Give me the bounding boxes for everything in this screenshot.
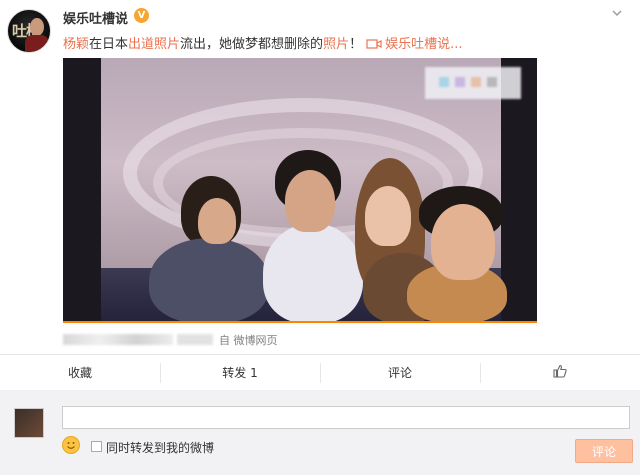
comment-label: 评论 xyxy=(387,366,412,380)
avatar-face xyxy=(30,18,44,36)
post-text-segment: 流出，她做梦都想删除的 xyxy=(180,37,324,52)
video-player[interactable] xyxy=(63,58,537,323)
video-link[interactable]: 娱乐吐槽说... xyxy=(385,37,462,52)
post-meta: 自 微博网页 xyxy=(63,332,278,348)
post-text-segment: ！ xyxy=(349,37,363,52)
repost-checkbox[interactable] xyxy=(91,441,102,452)
video-icon xyxy=(366,38,382,54)
post-text-segment: 在日本 xyxy=(89,37,129,52)
post-source[interactable]: 自 微博网页 xyxy=(219,334,278,347)
author-avatar[interactable]: 吐槽 xyxy=(7,9,51,53)
post-text-segment-topic[interactable]: 出道照片 xyxy=(128,37,180,52)
submit-comment-button[interactable]: 评论 xyxy=(575,439,633,463)
action-bar: 收藏 转发 1 评论 xyxy=(0,355,640,390)
video-frame-person xyxy=(285,170,335,232)
video-frame-person xyxy=(263,223,363,323)
comment-input[interactable] xyxy=(62,406,630,429)
repost-label: 转发 1 xyxy=(222,366,258,380)
video-frame-person xyxy=(365,186,411,246)
weibo-post-card: 吐槽 娱乐吐槽说 V 杨颖在日本出道照片流出，她做梦都想删除的照片！ 娱乐吐槽说.… xyxy=(0,0,640,475)
author-name[interactable]: 娱乐吐槽说 xyxy=(63,8,128,27)
comment-button[interactable]: 评论 xyxy=(320,355,480,390)
post-time-blurred xyxy=(177,334,213,345)
repost-button[interactable]: 转发 1 xyxy=(160,355,320,390)
like-button[interactable] xyxy=(480,355,640,390)
emoji-icon[interactable] xyxy=(62,436,80,454)
chevron-down-icon[interactable] xyxy=(610,6,624,20)
video-frame-person xyxy=(198,198,236,244)
avatar-body xyxy=(25,35,49,52)
video-watermark-blurred xyxy=(425,67,521,99)
video-progress-bar[interactable] xyxy=(63,321,537,323)
video-frame-person xyxy=(149,238,269,323)
collect-button[interactable]: 收藏 xyxy=(0,355,160,390)
video-frame-person xyxy=(431,204,495,280)
collect-label: 收藏 xyxy=(67,366,92,380)
thumbs-up-icon xyxy=(553,364,567,381)
comment-composer: 同时转发到我的微博 评论 xyxy=(0,390,640,475)
post-text-segment-photo[interactable]: 照片 xyxy=(323,37,349,52)
post-text-segment-name[interactable]: 杨颖 xyxy=(63,37,89,52)
post-timestamp-blurred xyxy=(63,334,173,345)
post-text: 杨颖在日本出道照片流出，她做梦都想删除的照片！ 娱乐吐槽说... xyxy=(63,33,463,54)
current-user-avatar xyxy=(14,408,44,438)
repost-checkbox-label[interactable]: 同时转发到我的微博 xyxy=(106,439,214,456)
verified-badge: V xyxy=(134,8,149,23)
